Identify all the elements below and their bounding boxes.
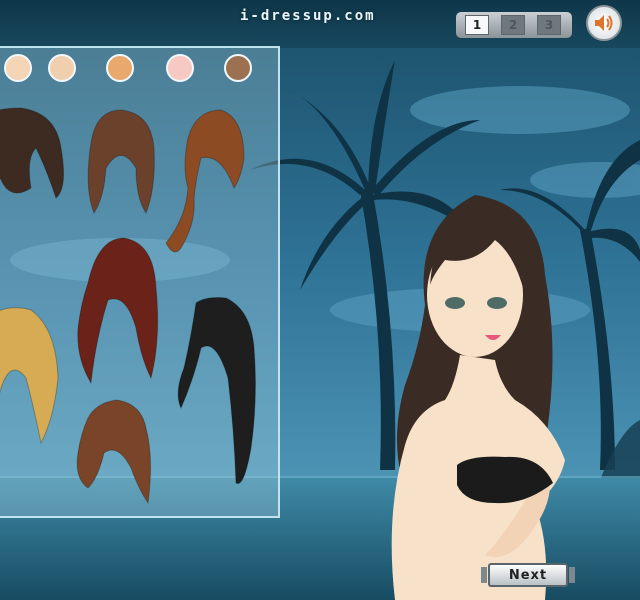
hairstyle-option[interactable] (77, 237, 159, 385)
hairstyle-option[interactable] (87, 109, 155, 215)
character-left-eye (445, 297, 465, 309)
site-logo[interactable]: i-dressup.com (240, 8, 376, 24)
page-2-button[interactable]: 2 (501, 15, 525, 35)
dressup-character (391, 195, 565, 600)
character-right-eye (487, 297, 507, 309)
next-button[interactable]: Next (481, 563, 575, 587)
hairstyle-option[interactable] (165, 109, 245, 253)
page-3-button[interactable]: 3 (537, 15, 561, 35)
hairstyle-option[interactable] (177, 297, 256, 485)
hairstyle-panel (0, 46, 280, 518)
page-navigation: 1 2 3 (456, 12, 572, 38)
sound-toggle-button[interactable] (586, 5, 622, 41)
hairstyle-options (0, 107, 256, 505)
page-1-button[interactable]: 1 (465, 15, 489, 35)
speaker-icon (595, 15, 613, 31)
hairstyle-option[interactable] (0, 107, 65, 199)
game-scene: i-dressup.com 1 2 3 Next (0, 0, 640, 600)
hairstyle-option[interactable] (76, 399, 152, 505)
hairstyle-option[interactable] (0, 307, 59, 445)
